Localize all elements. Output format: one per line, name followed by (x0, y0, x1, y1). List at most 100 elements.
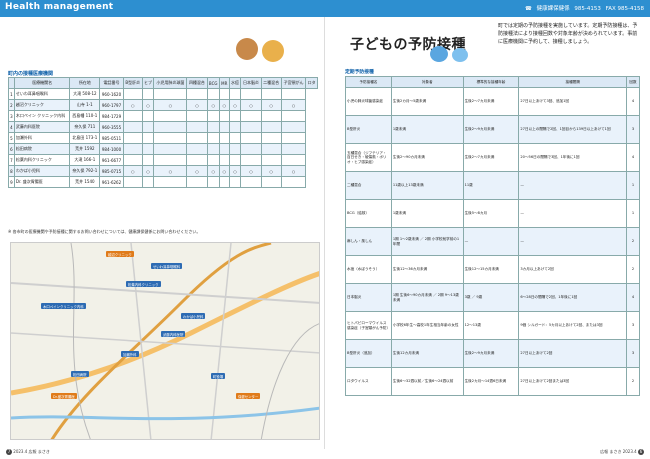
vaccination-row: 麻しん・風しん 1期 1～2歳未満 ／ 2期 小学校就学前の1年間 — —2 (345, 227, 640, 256)
clinic-cell (141, 154, 155, 166)
clinic-cell (228, 143, 242, 155)
clinic-cell: 大滝 508-12 (69, 88, 101, 100)
vaccination-cell: 3カ月以上あけて2回 (518, 255, 627, 284)
footer-right-text: 広報 まさき 2023.4 (600, 449, 637, 454)
clinic-cell (240, 176, 262, 188)
vaccination-cell: 生後2～7カ月未満 (462, 87, 520, 116)
vaccination-cell: B型肝炎（追加） (345, 339, 392, 368)
vaccination-cell: 水痘（水ぼうそう） (345, 255, 392, 284)
clinic-col-header: 子宮頸がん (280, 77, 307, 89)
clinic-cell (141, 176, 155, 188)
map-label-wakaba: わかば小児科 (181, 313, 206, 319)
clinic-cell: ○ (218, 99, 230, 111)
header-title: Health management (5, 2, 114, 12)
vaccination-section-title: 定期予防接種 (345, 70, 374, 75)
vaccination-cell: 生後2～7カ月未満 (462, 143, 520, 172)
vaccination-cell: 3 (626, 311, 640, 340)
vaccination-cell: 1期 1～2歳未満 ／ 2期 小学校就学前の1年間 (390, 227, 464, 256)
clinic-col-header: 医療機関名 (13, 77, 71, 89)
clinic-row: 7 松葉内科クリニック 大滝 166-1 961-6677 (8, 154, 318, 166)
vaccination-cell: 1 (626, 199, 640, 228)
vaccination-cell: 3 (626, 115, 640, 144)
vaccination-cell: 二種混合 (345, 171, 392, 200)
clinic-cell (218, 143, 230, 155)
map-label-moriji: Dr.盛次胃腸医 (51, 393, 77, 399)
clinic-cell: 荒井 1540 (69, 176, 101, 188)
clinic-cell: 985-0715 (99, 165, 124, 177)
clinic-cell (228, 154, 242, 166)
clinic-col-header: ロタ (305, 77, 318, 89)
clinic-cell (122, 110, 143, 122)
clinic-col-header: BCG (206, 77, 220, 89)
clinic-cell (153, 88, 188, 100)
clinic-row: 9 Dr. 盛次胃腸医 荒井 1540 961-6262 (8, 176, 318, 188)
clinic-cell (141, 88, 155, 100)
vaccination-row: 日本脳炎 1期 生後6～90カ月未満 ／ 2期 9～13歳未満 3歳 ／ 9歳 6～2… (345, 283, 640, 312)
header-tel: 985-4153 (574, 6, 601, 12)
vaccination-col-header: 標準的な接種年齢 (462, 76, 520, 88)
clinic-cell: ○ (186, 165, 208, 177)
clinic-cell: ○ (228, 165, 242, 177)
clinic-cell: 960-1620 (99, 88, 124, 100)
vaccination-cell: 生後12カ月未満 (390, 339, 464, 368)
clinic-cell: ○ (228, 99, 242, 111)
header-dept: 健康課保健係 (536, 6, 570, 12)
clinic-cell: ○ (153, 99, 188, 111)
vaccination-cell: 12～13歳 (462, 311, 520, 340)
clinic-cell: 越沼クリニック (13, 99, 71, 111)
clinic-cell (280, 176, 307, 188)
clinic-cell: 荒井 1592 (69, 143, 101, 155)
clinic-cell: ○ (280, 165, 307, 177)
clinic-cell (122, 176, 143, 188)
clinic-cell (218, 176, 230, 188)
vaccination-cell: 2 (626, 367, 640, 396)
clinic-cell (240, 110, 262, 122)
vaccination-cell: 生後2カ月～5歳未満 (390, 87, 464, 116)
clinic-cell (228, 176, 242, 188)
clinic-cell: ○ (122, 99, 143, 111)
vaccination-row: ロタウイルス 生後6～32週以前／生後6～24週以前 生後2カ月～14週6日未満 27… (345, 367, 640, 396)
clinic-cell (141, 110, 155, 122)
clinic-row: 5 加瀬外科 北島田 173-1 985-0511 (8, 132, 318, 144)
clinic-cell (260, 154, 282, 166)
clinic-cell: 武藤内科医院 (13, 121, 71, 133)
clinic-col-header: 電話番号 (99, 77, 124, 89)
vaccination-cell: 生後2カ月～14週6日未満 (462, 367, 520, 396)
clinic-cell (280, 88, 307, 100)
clinic-cell: 奈久保 792-1 (69, 165, 101, 177)
clinic-cell (206, 143, 220, 155)
clinic-cell (206, 176, 220, 188)
clinic-cell (228, 121, 242, 133)
clinic-cell (280, 132, 307, 144)
clinic-cell (153, 143, 188, 155)
clinic-cell (186, 110, 208, 122)
vaccination-cell: — (462, 227, 520, 256)
footer-left-text: 2023.4 広報 まさき (13, 449, 50, 454)
clinic-row: 8 わかば小児科 奈久保 792-1 985-0715 ○ ○ ○ ○ ○ ○ ○ ○ ○ ○ (8, 165, 318, 177)
vaccination-col-header: 回数 (626, 76, 640, 88)
page-number-right: 6 (638, 449, 644, 455)
clinic-cell (186, 121, 208, 133)
vaccination-row: 五種混合（ジフテリア・百日せき・破傷風・ポリオ・ヒブ感染症） 生後2～90カ月未満… (345, 143, 640, 172)
vaccination-row: B型肝炎（追加） 生後12カ月未満 生後2～9カ月未満 27日以上あけて2回 3 (345, 339, 640, 368)
clinic-cell (122, 88, 143, 100)
map-label-health-center: 保健センター (236, 393, 261, 399)
map-label-koshinuma: 越沼クリニック (106, 251, 134, 257)
map-label-townhall: 町役場 (211, 373, 226, 379)
header-contact: ☎ 健康課保健係 985-4153 FAX 985-4158 (522, 4, 644, 12)
vaccination-cell: 4 (626, 283, 640, 312)
vaccination-cell: 生後6～32週以前／生後6～24週以前 (390, 367, 464, 396)
vaccination-cell: 11歳 (462, 171, 520, 200)
clinic-cell (228, 88, 242, 100)
clinic-cell (280, 154, 307, 166)
page-number-left: 7 (6, 449, 12, 455)
map-label-seiwa: せいわ耳鼻咽喉科 (151, 263, 183, 269)
clinic-cell: わかば小児科 (13, 165, 71, 177)
vaccination-cell: 1歳未満 (390, 199, 464, 228)
clinic-col-header: 小児用肺炎球菌 (153, 77, 188, 89)
map-label-matsuba: 松葉内科クリニック (126, 281, 161, 287)
clinic-cell: 960-1797 (99, 99, 124, 111)
vaccination-cell: — (518, 227, 627, 256)
vaccination-cell: 27日以上あけて2回 (518, 339, 627, 368)
clinic-cell (186, 88, 208, 100)
